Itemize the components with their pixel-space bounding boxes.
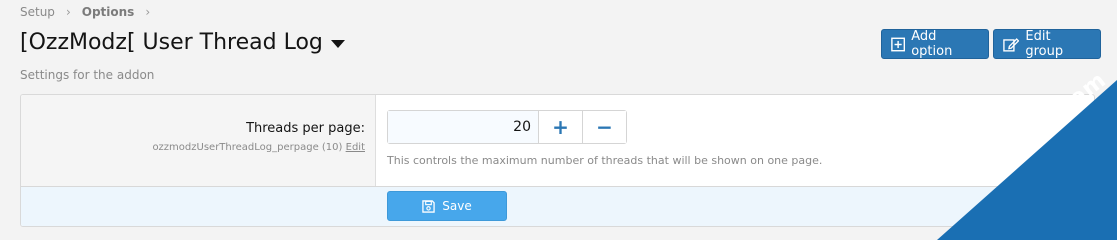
increment-button[interactable]: + [538, 111, 582, 143]
option-edit-link[interactable]: Edit [346, 142, 365, 153]
option-hint: ozzmodzUserThreadLog_perpage (10) Edit [152, 142, 365, 153]
breadcrumb-options[interactable]: Options [82, 5, 135, 19]
add-option-button[interactable]: Add option [881, 29, 989, 59]
edit-group-button[interactable]: Edit group [993, 29, 1101, 59]
save-label: Save [442, 199, 472, 213]
add-option-label: Add option [911, 29, 953, 59]
breadcrumb-setup[interactable]: Setup [20, 5, 55, 19]
edit-group-label: Edit group [1025, 29, 1064, 59]
page-title-text: [OzzModz[ User Thread Log [20, 30, 323, 55]
options-block: Threads per page: ozzmodzUserThreadLog_p… [20, 94, 1095, 227]
option-explain: This controls the maximum number of thre… [387, 154, 823, 167]
threads-per-page-stepper: + − [387, 110, 627, 144]
decrement-button[interactable]: − [582, 111, 626, 143]
breadcrumb-separator: › [65, 5, 71, 19]
caret-down-icon[interactable] [330, 39, 345, 48]
threads-per-page-input[interactable] [388, 111, 538, 143]
page-title[interactable]: [OzzModz[ User Thread Log [20, 30, 345, 55]
save-icon [422, 199, 435, 213]
plus-square-icon [891, 37, 906, 51]
option-row: Threads per page: ozzmodzUserThreadLog_p… [21, 95, 1094, 187]
option-id: ozzmodzUserThreadLog_perpage (10) [152, 142, 343, 153]
page-description: Settings for the addon [20, 68, 155, 82]
breadcrumb: Setup › Options › [20, 5, 161, 19]
option-label-cell: Threads per page: ozzmodzUserThreadLog_p… [21, 95, 376, 186]
save-button[interactable]: Save [387, 191, 507, 221]
form-footer: Save [21, 187, 1094, 226]
option-label: Threads per page: [246, 121, 365, 136]
watermark-banner [937, 80, 1117, 240]
breadcrumb-separator: › [145, 5, 151, 19]
edit-icon [1003, 37, 1020, 52]
